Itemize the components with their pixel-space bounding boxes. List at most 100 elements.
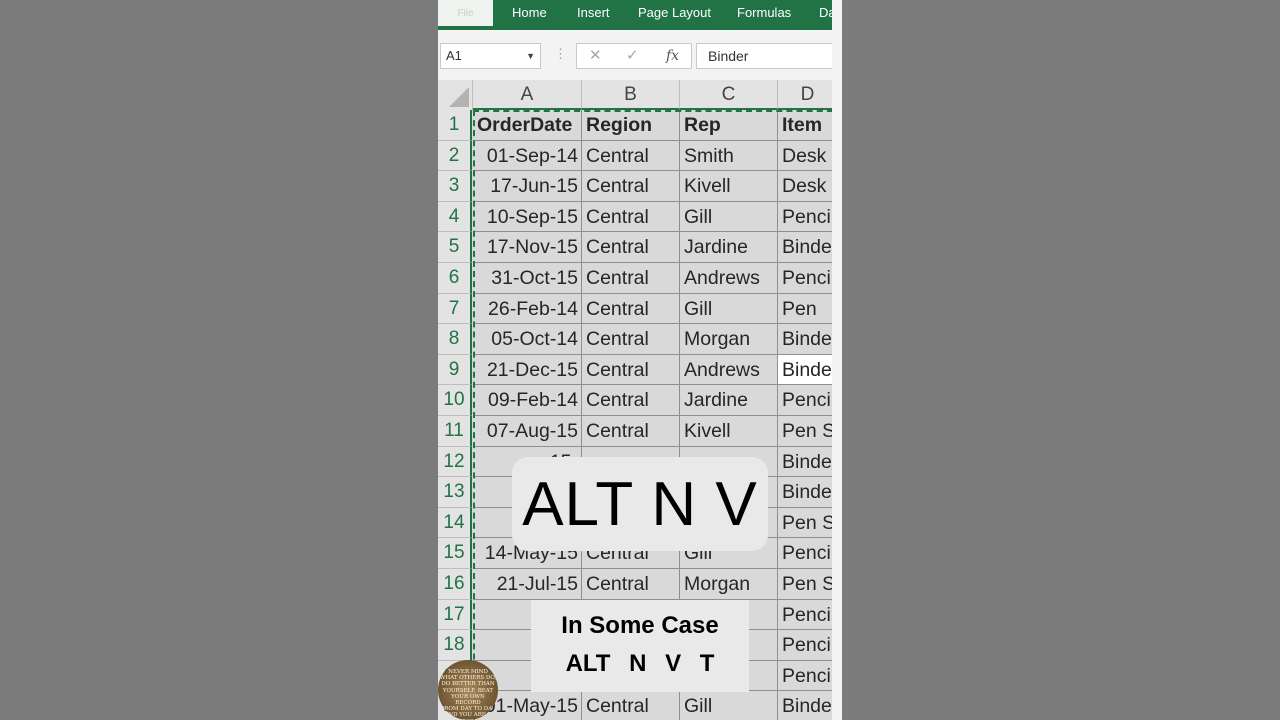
cell-a3[interactable]: 17-Jun-15 xyxy=(473,171,582,202)
cell-b6[interactable]: Central xyxy=(582,263,680,294)
column-header-b[interactable]: B xyxy=(582,80,680,110)
cell-d20[interactable]: Binde xyxy=(778,691,838,720)
cell-a11[interactable]: 07-Aug-15 xyxy=(473,416,582,447)
alt-shortcut-caption: In Some Case ALT N V T xyxy=(531,600,749,692)
cell-a5[interactable]: 17-Nov-15 xyxy=(473,232,582,263)
cell-d15[interactable]: Penci xyxy=(778,538,838,569)
cell-c10[interactable]: Jardine xyxy=(680,385,778,416)
cell-d4[interactable]: Penci xyxy=(778,201,838,233)
row-header-9[interactable]: 9 xyxy=(438,354,472,386)
formula-buttons: ✕ ✓ fx xyxy=(576,43,692,69)
cell-c20[interactable]: Gill xyxy=(680,691,778,720)
cell-c6[interactable]: Andrews xyxy=(680,263,778,294)
cell-d19[interactable]: Penci xyxy=(778,660,838,692)
tab-formulas[interactable]: Formulas xyxy=(737,0,791,26)
cell-d10[interactable]: Penci xyxy=(778,385,838,416)
row-header-18[interactable]: 18 xyxy=(438,630,472,661)
row-header-3[interactable]: 3 xyxy=(438,171,472,202)
cell-d7[interactable]: Pen xyxy=(778,293,838,325)
cell-b3[interactable]: Central xyxy=(582,171,680,202)
cell-d9[interactable]: Binde xyxy=(778,354,838,386)
cell-d17[interactable]: Penci xyxy=(778,599,838,631)
row-header-12[interactable]: 12 xyxy=(438,446,472,478)
tab-file[interactable]: File xyxy=(438,0,493,26)
cell-b1[interactable]: Region xyxy=(582,110,680,141)
name-box[interactable]: A1 ▼ xyxy=(440,43,541,69)
cell-d6[interactable]: Penci xyxy=(778,263,838,294)
cell-d14[interactable]: Pen S xyxy=(778,507,838,539)
cell-a7[interactable]: 26-Feb-14 xyxy=(473,293,582,325)
cell-b4[interactable]: Central xyxy=(582,201,680,233)
tab-insert[interactable]: Insert xyxy=(577,0,610,26)
row-header-14[interactable]: 14 xyxy=(438,507,472,539)
cell-c8[interactable]: Morgan xyxy=(680,324,778,355)
cell-c11[interactable]: Kivell xyxy=(680,416,778,447)
cell-a16[interactable]: 21-Jul-15 xyxy=(473,569,582,600)
cell-c4[interactable]: Gill xyxy=(680,201,778,233)
cell-b11[interactable]: Central xyxy=(582,416,680,447)
select-all-button[interactable] xyxy=(438,80,473,111)
cell-a4[interactable]: 10-Sep-15 xyxy=(473,201,582,233)
cell-c7[interactable]: Gill xyxy=(680,293,778,325)
row-header-2[interactable]: 2 xyxy=(438,140,472,172)
cell-a6[interactable]: 31-Oct-15 xyxy=(473,263,582,294)
row-header-15[interactable]: 15 xyxy=(438,538,472,569)
cell-d12[interactable]: Binde xyxy=(778,446,838,478)
row-header-16[interactable]: 16 xyxy=(438,569,472,600)
row-header-4[interactable]: 4 xyxy=(438,201,472,233)
cell-c16[interactable]: Morgan xyxy=(680,569,778,600)
stamp-text-line: YOUR OWN RECORD xyxy=(451,693,485,707)
cell-b5[interactable]: Central xyxy=(582,232,680,263)
row-header-11[interactable]: 11 xyxy=(438,416,472,447)
cell-c5[interactable]: Jardine xyxy=(680,232,778,263)
column-header-a[interactable]: A xyxy=(473,80,582,110)
row-header-6[interactable]: 6 xyxy=(438,263,472,294)
row-header-17[interactable]: 17 xyxy=(438,599,472,631)
formula-bar: A1 ▼ ⋮ ✕ ✓ fx Binder xyxy=(438,30,838,80)
cell-c3[interactable]: Kivell xyxy=(680,171,778,202)
row-header-7[interactable]: 7 xyxy=(438,293,472,325)
cell-c1[interactable]: Rep xyxy=(680,110,778,141)
cell-c9[interactable]: Andrews xyxy=(680,354,778,386)
cell-d16[interactable]: Pen S xyxy=(778,569,838,600)
cell-d13[interactable]: Binde xyxy=(778,477,838,508)
row-header-1[interactable]: 1 xyxy=(438,110,472,141)
cell-b7[interactable]: Central xyxy=(582,293,680,325)
screen-edge xyxy=(832,0,842,720)
cell-b2[interactable]: Central xyxy=(582,140,680,172)
row-header-10[interactable]: 10 xyxy=(438,385,472,416)
cell-a8[interactable]: 05-Oct-14 xyxy=(473,324,582,355)
cell-d18[interactable]: Penci xyxy=(778,630,838,661)
alt-shortcut-caption-title: In Some Case xyxy=(561,612,719,639)
cell-b16[interactable]: Central xyxy=(582,569,680,600)
cell-d8[interactable]: Binde xyxy=(778,324,838,355)
cell-b20[interactable]: Central xyxy=(582,691,680,720)
cell-d3[interactable]: Desk xyxy=(778,171,838,202)
cell-d11[interactable]: Pen S xyxy=(778,416,838,447)
cell-a2[interactable]: 01-Sep-14 xyxy=(473,140,582,172)
insert-function-icon[interactable]: fx xyxy=(666,44,679,68)
row-header-8[interactable]: 8 xyxy=(438,324,472,355)
check-icon[interactable]: ✓ xyxy=(626,44,639,68)
cell-c2[interactable]: Smith xyxy=(680,140,778,172)
cancel-icon[interactable]: ✕ xyxy=(589,44,602,68)
cell-a9[interactable]: 21-Dec-15 xyxy=(473,354,582,386)
formula-input[interactable]: Binder xyxy=(696,43,838,69)
cell-d1[interactable]: Item xyxy=(778,110,838,141)
tab-home[interactable]: Home xyxy=(512,0,547,26)
drag-handle-icon[interactable]: ⋮ xyxy=(554,46,567,62)
row-header-5[interactable]: 5 xyxy=(438,232,472,263)
cell-b9[interactable]: Central xyxy=(582,354,680,386)
cell-b8[interactable]: Central xyxy=(582,324,680,355)
cell-a1[interactable]: OrderDate xyxy=(473,110,582,141)
cell-b10[interactable]: Central xyxy=(582,385,680,416)
column-header-c[interactable]: C xyxy=(680,80,778,110)
cell-a10[interactable]: 09-Feb-14 xyxy=(473,385,582,416)
column-header-d[interactable]: D xyxy=(778,80,838,110)
cell-d5[interactable]: Binde xyxy=(778,232,838,263)
ribbon-tab-bar: File Home Insert Page Layout Formulas Da xyxy=(438,0,838,30)
row-header-13[interactable]: 13 xyxy=(438,477,472,508)
chevron-down-icon[interactable]: ▼ xyxy=(526,44,535,68)
cell-d2[interactable]: Desk xyxy=(778,140,838,172)
tab-page-layout[interactable]: Page Layout xyxy=(638,0,711,26)
